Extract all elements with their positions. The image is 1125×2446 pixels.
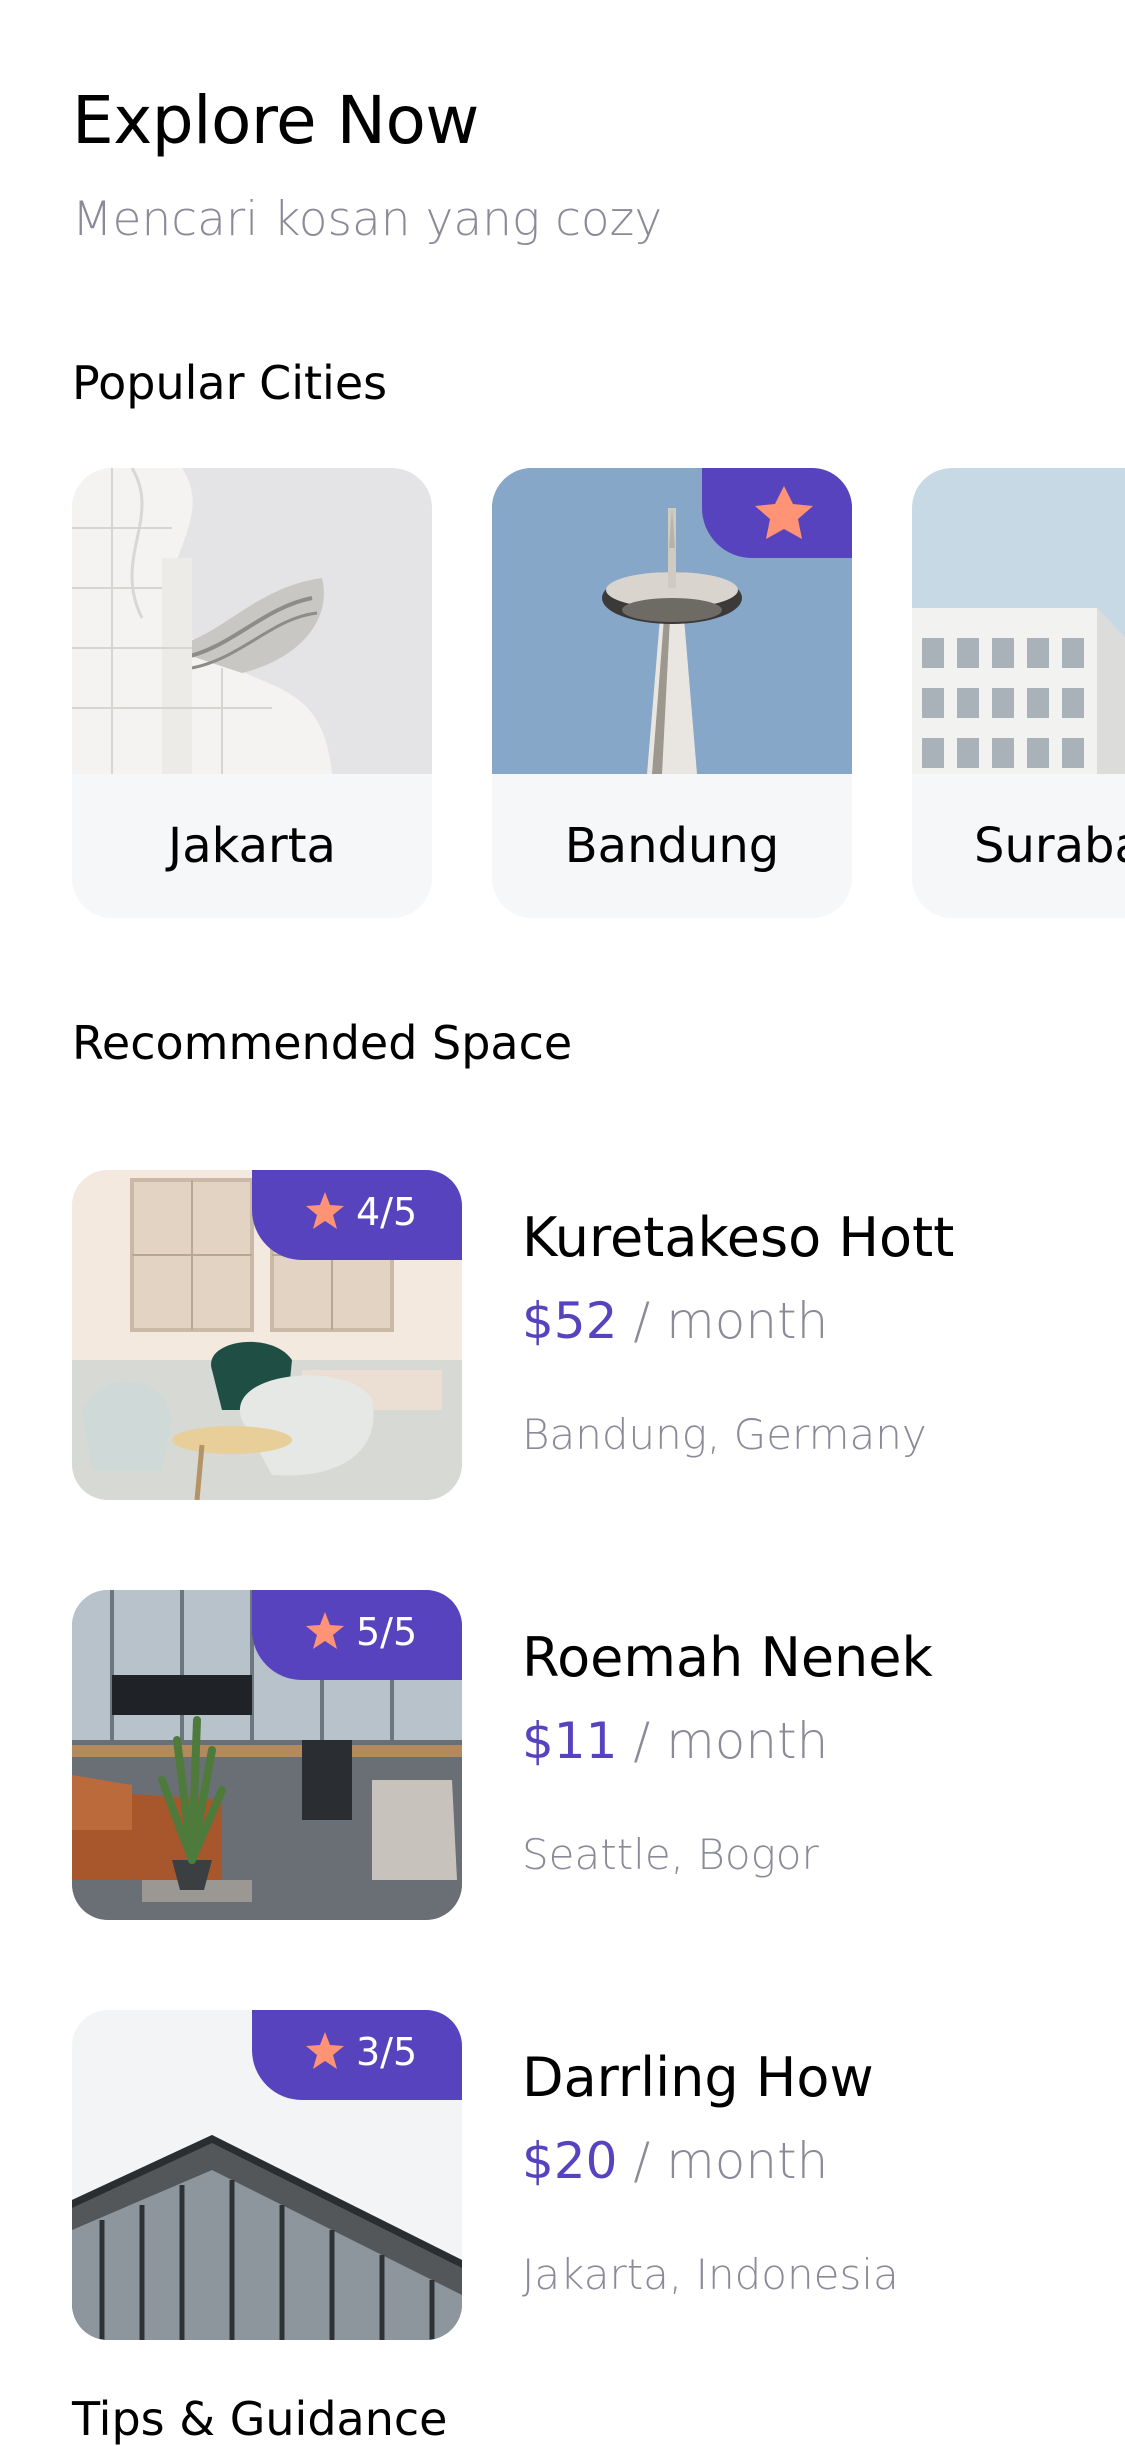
rating-badge: 5/5 — [252, 1590, 462, 1680]
star-icon — [306, 1192, 344, 1229]
space-price: $20 / month — [522, 2132, 828, 2190]
price-period: / month — [617, 1292, 829, 1350]
city-card-jakarta[interactable]: Jakarta — [72, 468, 432, 918]
favorite-badge — [702, 468, 852, 558]
price-amount: $11 — [522, 1712, 618, 1770]
space-name[interactable]: Roemah Nenek — [522, 1626, 933, 1689]
space-name[interactable]: Kuretakeso Hott — [522, 1206, 954, 1269]
star-icon — [755, 486, 813, 539]
price-period: / month — [617, 1712, 829, 1770]
space-location: Bandung, Germany — [522, 1410, 927, 1459]
space-price: $11 / month — [522, 1712, 828, 1770]
page-subtitle: Mencari kosan yang cozy — [72, 192, 663, 247]
city-image-jakarta — [72, 468, 432, 774]
rating-badge: 4/5 — [252, 1170, 462, 1260]
space-location: Seattle, Bogor — [522, 1830, 819, 1879]
rating-text: 3/5 — [356, 2030, 418, 2074]
popular-cities-heading: Popular Cities — [72, 356, 388, 410]
rating-text: 5/5 — [356, 1610, 418, 1654]
city-card-bandung[interactable]: Bandung — [492, 468, 852, 918]
space-image-kuretakeso[interactable]: 4/5 — [72, 1170, 462, 1500]
city-name: Jakarta — [168, 818, 336, 874]
city-image-surabaya — [912, 468, 1125, 774]
price-period: / month — [617, 2132, 829, 2190]
page-title: Explore Now — [72, 82, 479, 159]
city-card-surabaya[interactable]: Surabaya — [912, 468, 1125, 918]
tips-heading: Tips & Guidance — [72, 2392, 448, 2446]
price-amount: $20 — [522, 2132, 618, 2190]
rating-badge: 3/5 — [252, 2010, 462, 2100]
recommended-heading: Recommended Space — [72, 1016, 573, 1070]
city-name: Bandung — [564, 818, 780, 874]
star-icon — [306, 2032, 344, 2069]
space-location: Jakarta, Indonesia — [522, 2250, 899, 2299]
city-name: Surabaya — [974, 818, 1125, 874]
space-image-darrling-how[interactable]: 3/5 — [72, 2010, 462, 2340]
rating-text: 4/5 — [356, 1190, 418, 1234]
star-icon — [306, 1612, 344, 1649]
price-amount: $52 — [522, 1292, 618, 1350]
space-image-roemah-nenek[interactable]: 5/5 — [72, 1590, 462, 1920]
city-image-bandung — [492, 468, 852, 774]
space-name[interactable]: Darrling How — [522, 2046, 874, 2109]
space-price: $52 / month — [522, 1292, 828, 1350]
